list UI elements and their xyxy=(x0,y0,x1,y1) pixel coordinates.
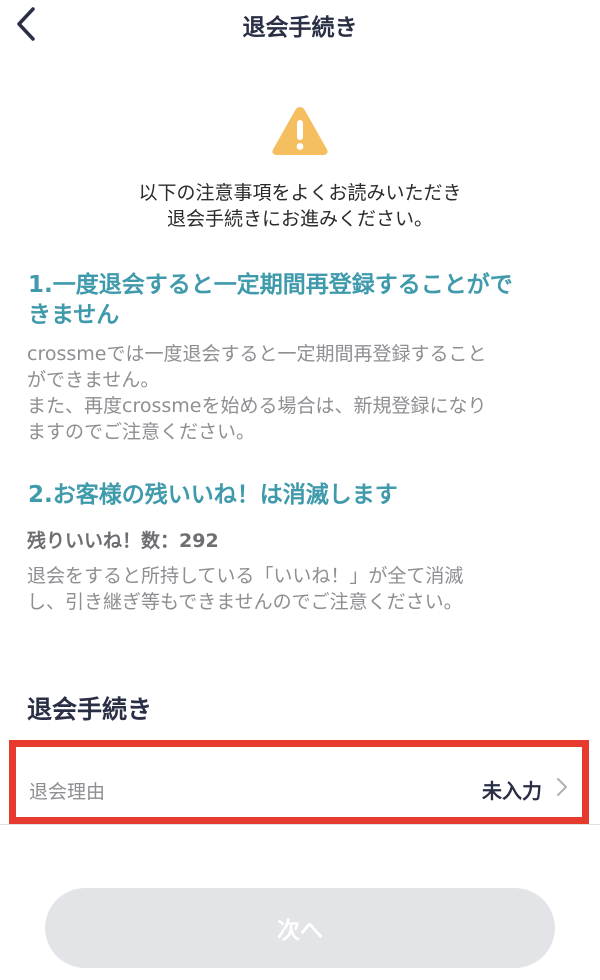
remaining-likes-count: 残りいいね！数：292 xyxy=(27,530,219,552)
page-title: 退会手続き xyxy=(242,15,358,41)
intro-line-1: 以下の注意事項をよくお読みいただき xyxy=(138,182,462,204)
notice-1-heading: 1.一度退会すると一定期間再登録することがで きません xyxy=(28,270,576,330)
chevron-right-icon xyxy=(557,778,567,796)
intro-text: 以下の注意事項をよくお読みいただき 退会手続きにお進みください。 xyxy=(0,180,600,232)
notice-2-heading: 2.お客様の残いいね！は消滅します xyxy=(28,482,398,508)
withdrawal-reason-row[interactable]: 退会理由 未入力 xyxy=(9,740,589,824)
warning-triangle-icon xyxy=(272,107,328,155)
notice-1-body: crossmeでは一度退会すると一定期間再登録すること ができません。 また、再… xyxy=(27,343,487,443)
notice-1-heading-line-2: きません xyxy=(28,302,120,328)
next-button[interactable]: 次へ xyxy=(45,888,555,968)
header-bar: 退会手続き xyxy=(0,0,600,52)
notice-1-heading-line-1: 1.一度退会すると一定期間再登録することがで xyxy=(28,272,513,298)
procedure-section-title: 退会手続き xyxy=(27,695,153,724)
notice-2-body: 退会をすると所持している「いいね！」が全て消滅 し、引き継ぎ等もできませんのでご… xyxy=(27,565,464,613)
withdrawal-reason-value: 未入力 xyxy=(482,779,542,803)
intro-line-2: 退会手続きにお進みください。 xyxy=(166,208,433,230)
row-divider xyxy=(0,824,600,825)
withdrawal-reason-label: 退会理由 xyxy=(29,781,106,803)
